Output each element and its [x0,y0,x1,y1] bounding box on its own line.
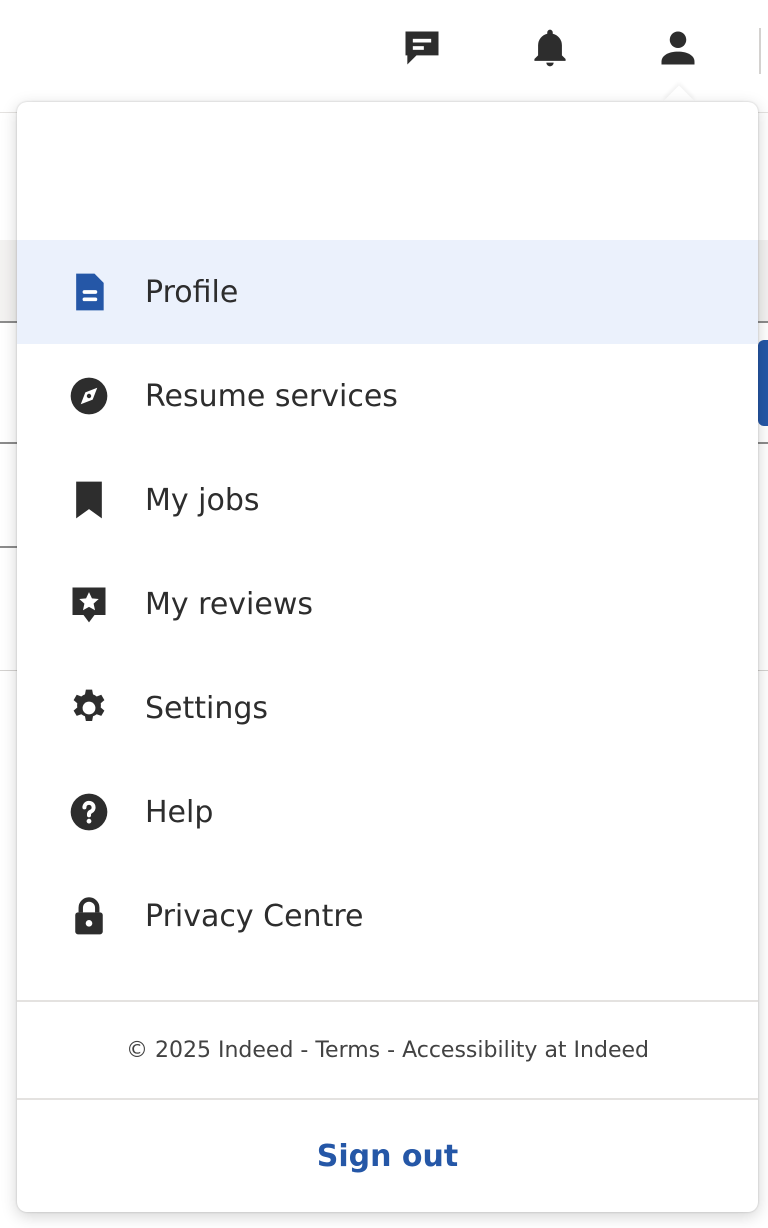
compass-icon [67,374,111,418]
footer-separator: - [293,1037,316,1063]
menu-item-label: Profile [145,274,239,310]
account-menu: Profile Resume services My jobs My revie… [17,102,758,1212]
page-header [0,0,768,113]
notifications-bell-icon[interactable] [528,26,572,70]
menu-item-privacy-centre[interactable]: Privacy Centre [17,864,758,968]
header-divider [759,28,761,74]
menu-item-help[interactable]: Help [17,760,758,864]
review-star-icon [67,582,111,626]
menu-item-my-reviews[interactable]: My reviews [17,552,758,656]
menu-item-settings[interactable]: Settings [17,656,758,760]
messages-icon[interactable] [400,26,444,70]
menu-item-label: My reviews [145,586,314,622]
menu-footer: © 2025 Indeed - Terms - Accessibility at… [17,1002,758,1098]
menu-item-label: My jobs [145,482,260,518]
copyright-text: © 2025 Indeed [126,1037,294,1063]
sign-out-button[interactable]: Sign out [17,1100,758,1212]
account-person-icon[interactable] [656,26,700,70]
terms-link[interactable]: Terms [315,1038,380,1063]
menu-item-resume-services[interactable]: Resume services [17,344,758,448]
bookmark-icon [67,478,111,522]
footer-separator: - [380,1037,403,1063]
document-icon [67,270,111,314]
gear-icon [67,686,111,730]
lock-icon [67,894,111,938]
question-circle-icon [67,790,111,834]
menu-item-label: Privacy Centre [145,898,364,934]
accessibility-link[interactable]: Accessibility at Indeed [402,1038,649,1063]
menu-item-label: Resume services [145,378,398,414]
menu-item-label: Help [145,794,214,830]
menu-list: Profile Resume services My jobs My revie… [17,240,758,968]
background-button [758,340,768,426]
menu-item-my-jobs[interactable]: My jobs [17,448,758,552]
menu-item-profile[interactable]: Profile [17,240,758,344]
menu-item-label: Settings [145,690,269,726]
